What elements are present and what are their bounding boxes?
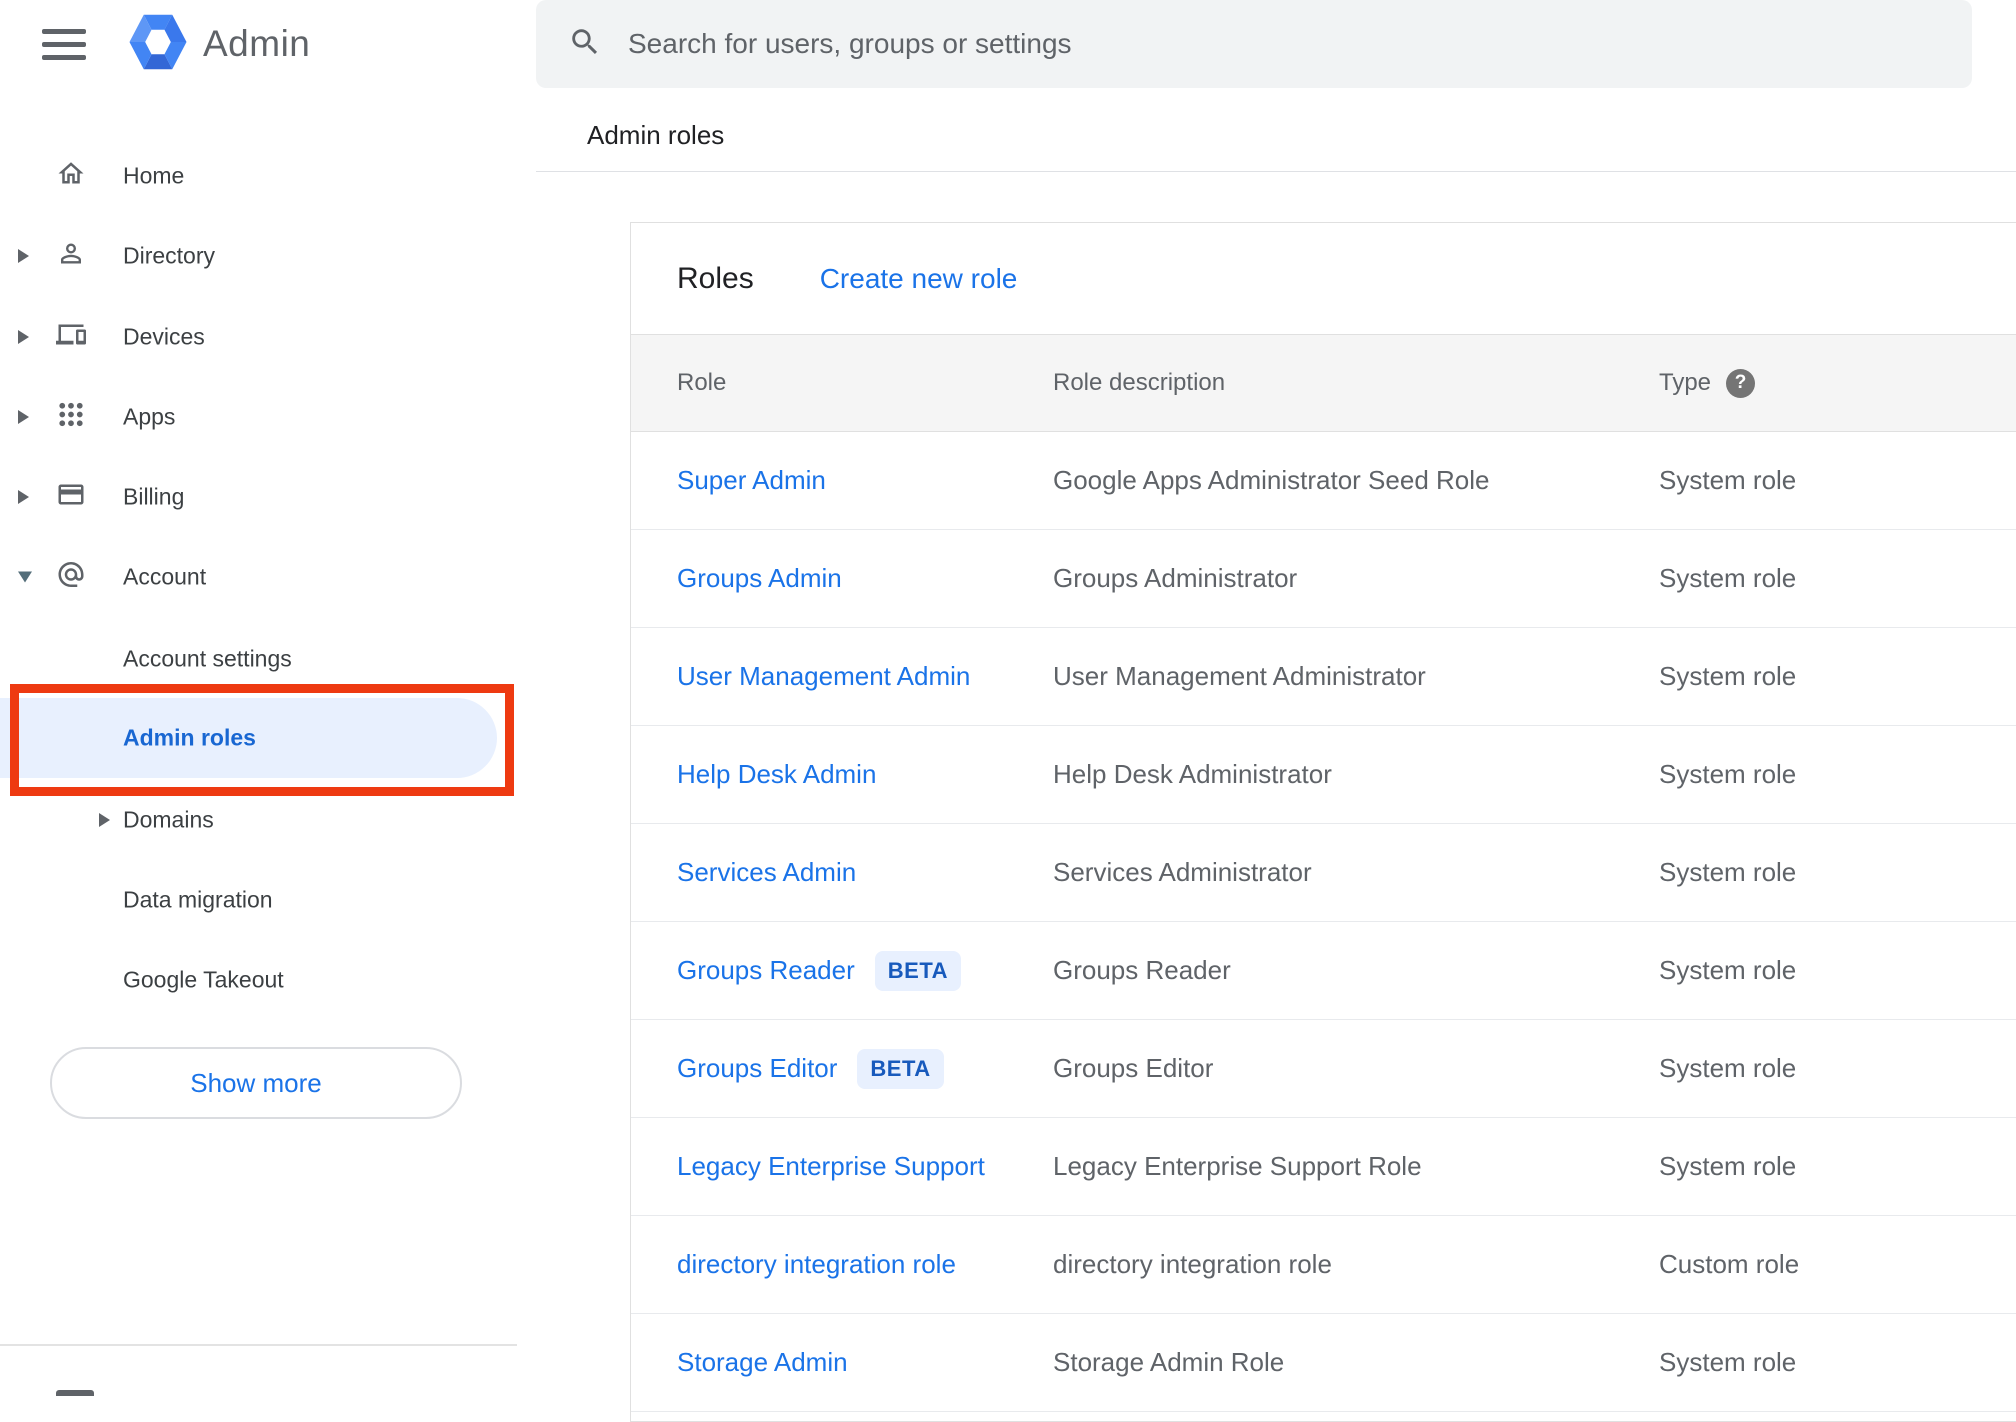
help-icon[interactable]: ? [1726, 368, 1756, 398]
chevron-right-icon[interactable] [18, 330, 29, 344]
role-link[interactable]: Legacy Enterprise Support [677, 1151, 985, 1182]
chevron-right-icon[interactable] [99, 813, 110, 827]
role-type: System role [1659, 1347, 1797, 1377]
home-icon [56, 159, 86, 194]
column-header-type: Type ? [1659, 368, 2016, 398]
role-link[interactable]: Super Admin [677, 465, 826, 496]
role-description: Groups Editor [1053, 1053, 1214, 1083]
role-type: System role [1659, 1151, 1797, 1181]
sidebar-divider [0, 1344, 517, 1346]
role-link[interactable]: Groups Reader [677, 955, 855, 986]
sidebar-item-account-settings[interactable]: Account settings [0, 634, 517, 684]
role-link[interactable]: Groups Editor [677, 1053, 837, 1084]
content-divider [536, 171, 2016, 172]
hamburger-menu-icon[interactable] [42, 22, 88, 66]
table-row: Super Admin Google Apps Administrator Se… [631, 432, 2016, 530]
sidebar-item-google-takeout[interactable]: Google Takeout [0, 955, 517, 1005]
role-link[interactable]: Help Desk Admin [677, 759, 876, 790]
partial-sidebar-icon [56, 1390, 94, 1396]
table-row: Services Admin Services Administrator Sy… [631, 824, 2016, 922]
role-type: System role [1659, 661, 1797, 691]
search-input[interactable] [628, 28, 1828, 60]
devices-icon [56, 320, 86, 355]
role-link[interactable]: Storage Admin [677, 1347, 848, 1378]
role-link[interactable]: Groups Admin [677, 563, 842, 594]
role-link[interactable]: User Management Admin [677, 661, 970, 692]
roles-card-header: Roles Create new role [631, 223, 2016, 334]
role-link[interactable]: directory integration role [677, 1249, 956, 1280]
roles-card: Roles Create new role Role Role descript… [630, 222, 2016, 1422]
table-row: directory integration role directory int… [631, 1216, 2016, 1314]
search-bar[interactable] [536, 0, 1972, 88]
person-icon [56, 239, 86, 274]
chevron-down-icon[interactable] [18, 571, 32, 583]
sidebar-item-directory[interactable]: Directory [0, 231, 517, 281]
role-description: Services Administrator [1053, 857, 1312, 887]
at-sign-icon [56, 560, 86, 595]
sidebar-item-home[interactable]: Home [0, 151, 517, 201]
role-description: Groups Reader [1053, 955, 1231, 985]
role-description: Groups Administrator [1053, 563, 1298, 593]
chevron-right-icon[interactable] [18, 490, 29, 504]
show-more-button[interactable]: Show more [50, 1047, 462, 1119]
role-description: directory integration role [1053, 1249, 1332, 1279]
role-description: Storage Admin Role [1053, 1347, 1285, 1377]
column-header-role: Role [677, 369, 727, 396]
apps-grid-icon [56, 400, 86, 435]
annotation-red-box [10, 684, 514, 796]
app-title: Admin [203, 23, 311, 64]
role-type: System role [1659, 563, 1797, 593]
column-header-role-description: Role description [1053, 369, 1226, 396]
table-header-row: Role Role description Type ? [631, 334, 2016, 432]
breadcrumb: Admin roles [587, 120, 725, 150]
sidebar-item-account[interactable]: Account [0, 552, 517, 602]
admin-hexagon-logo-icon [127, 10, 189, 79]
role-type: Custom role [1659, 1249, 1800, 1279]
sidebar-item-apps[interactable]: Apps [0, 392, 517, 442]
search-icon [568, 25, 602, 64]
role-link[interactable]: Services Admin [677, 857, 856, 888]
chevron-right-icon[interactable] [18, 410, 29, 424]
role-type: System role [1659, 955, 1797, 985]
role-type: System role [1659, 857, 1797, 887]
role-type: System role [1659, 759, 1797, 789]
credit-card-icon [56, 480, 86, 515]
sidebar-item-devices[interactable]: Devices [0, 312, 517, 362]
table-row: Groups Editor BETA Groups Editor System … [631, 1020, 2016, 1118]
table-row: Groups Reader BETA Groups Reader System … [631, 922, 2016, 1020]
card-title: Roles [677, 261, 754, 295]
beta-badge: BETA [857, 1048, 944, 1089]
chevron-right-icon[interactable] [18, 249, 29, 263]
table-row: Groups Admin Groups Administrator System… [631, 530, 2016, 628]
role-type: System role [1659, 1053, 1797, 1083]
app-logo[interactable]: Admin [127, 10, 310, 78]
role-description: Legacy Enterprise Support Role [1053, 1151, 1422, 1181]
role-description: Google Apps Administrator Seed Role [1053, 465, 1490, 495]
role-description: User Management Administrator [1053, 661, 1426, 691]
sidebar-item-domains[interactable]: Domains [0, 795, 517, 845]
role-description: Help Desk Administrator [1053, 759, 1332, 789]
beta-badge: BETA [874, 950, 962, 991]
table-row: Storage Admin Storage Admin Role System … [631, 1314, 2016, 1412]
sidebar-item-data-migration[interactable]: Data migration [0, 875, 517, 925]
role-type: System role [1659, 465, 1797, 495]
table-row: Help Desk Admin Help Desk Administrator … [631, 726, 2016, 824]
table-row: Legacy Enterprise Support Legacy Enterpr… [631, 1118, 2016, 1216]
create-new-role-link[interactable]: Create new role [820, 263, 1018, 295]
sidebar-item-billing[interactable]: Billing [0, 472, 517, 522]
table-row: User Management Admin User Management Ad… [631, 628, 2016, 726]
